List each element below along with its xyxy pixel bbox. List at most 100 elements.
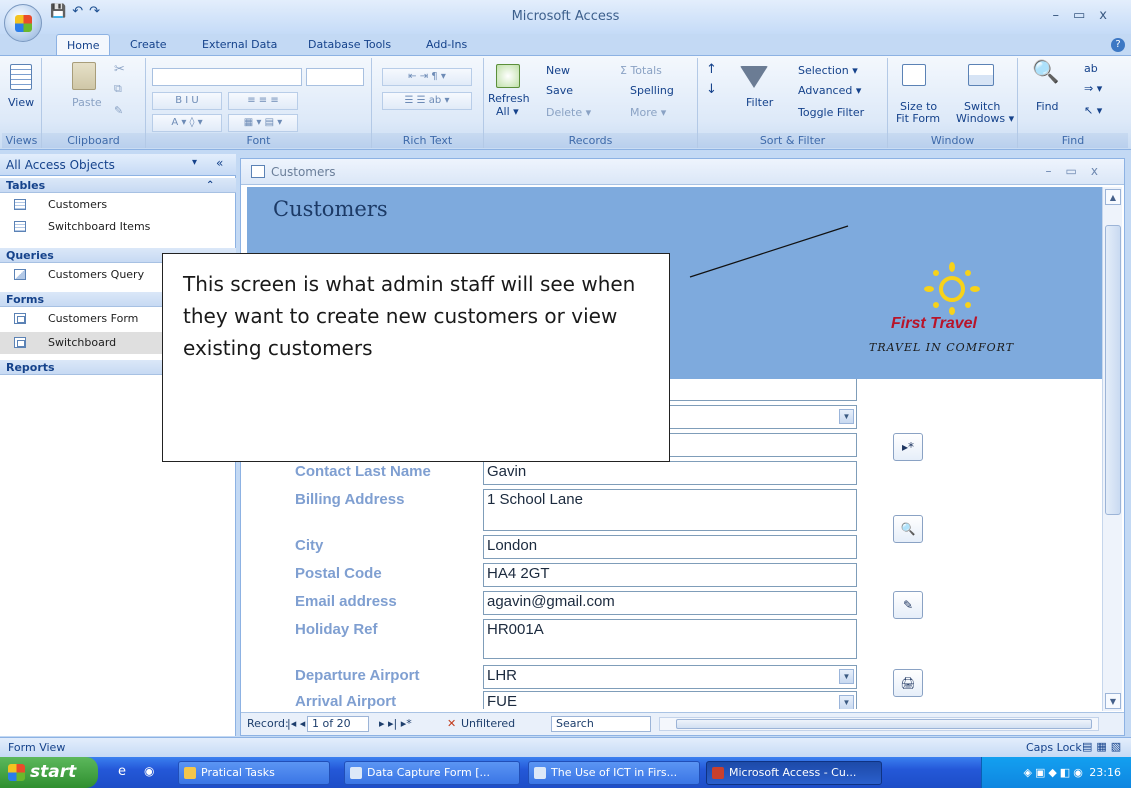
nav-item-customers-table[interactable]: Customers: [0, 194, 236, 216]
tab-add-ins[interactable]: Add-Ins: [426, 34, 467, 56]
taskbar: start e ◉ Pratical Tasks Data Capture Fo…: [0, 757, 1131, 788]
view-icon[interactable]: [10, 64, 32, 90]
contact-last-name-field[interactable]: Gavin: [483, 461, 857, 485]
size-to-fit-icon[interactable]: [902, 64, 926, 86]
taskbar-item-data-capture-form[interactable]: Data Capture Form [...: [344, 761, 520, 785]
document-tab[interactable]: Customers –▭x: [241, 159, 1124, 185]
view-button[interactable]: View: [8, 96, 34, 109]
minimize-icon[interactable]: –: [1053, 8, 1074, 23]
collapse-chevron-icon[interactable]: ⌃: [206, 178, 214, 193]
list-buttons[interactable]: ☰ ☰ ab ▾: [382, 92, 472, 110]
chevron-down-icon[interactable]: ▼: [839, 695, 854, 709]
filter-icon[interactable]: [740, 66, 768, 88]
new-record-button[interactable]: New: [546, 64, 570, 77]
help-icon[interactable]: ?: [1111, 38, 1125, 52]
selection-button[interactable]: Selection ▾: [798, 64, 858, 77]
media-icon[interactable]: ◉: [144, 764, 154, 778]
scroll-up-icon[interactable]: ▲: [1105, 189, 1121, 205]
save-record-button[interactable]: Save: [546, 84, 573, 97]
chevron-down-icon[interactable]: ▼: [839, 669, 854, 684]
billing-address-field[interactable]: 1 School Lane: [483, 489, 857, 531]
refresh-button[interactable]: Refresh: [488, 92, 530, 105]
new-record-command-button[interactable]: ▸*: [893, 433, 923, 461]
more-button[interactable]: More ▾: [630, 106, 666, 119]
paste-button[interactable]: Paste: [72, 96, 102, 109]
tab-external-data[interactable]: External Data: [202, 34, 277, 56]
refresh-sub[interactable]: All ▾: [496, 105, 519, 118]
print-command-button[interactable]: 🖨: [893, 669, 923, 697]
advanced-button[interactable]: Advanced ▾: [798, 84, 861, 97]
restore-icon[interactable]: ▭: [1073, 8, 1099, 23]
delete-record-button[interactable]: Delete ▾: [546, 106, 591, 119]
restore-icon[interactable]: ▭: [1066, 164, 1091, 178]
goto-icon[interactable]: ⇒ ▾: [1084, 82, 1102, 95]
sort-descending-icon[interactable]: ↓: [706, 82, 717, 97]
font-name-combo[interactable]: [152, 68, 302, 86]
email-address-field[interactable]: agavin@gmail.com: [483, 591, 857, 615]
nav-dropdown-icon[interactable]: ▾: [192, 157, 197, 168]
bold-italic-underline[interactable]: B I U: [152, 92, 222, 110]
scrollbar-thumb[interactable]: [1105, 225, 1121, 515]
taskbar-item-use-of-ict[interactable]: The Use of ICT in Firs...: [528, 761, 700, 785]
tab-home[interactable]: Home: [56, 34, 111, 56]
nav-section-tables[interactable]: Tables ⌃: [0, 178, 236, 193]
filter-status[interactable]: Unfiltered: [461, 717, 515, 730]
replace-icon[interactable]: ab: [1084, 62, 1098, 75]
office-button[interactable]: [4, 4, 42, 42]
font-size-combo[interactable]: [306, 68, 364, 86]
refresh-icon[interactable]: [496, 64, 520, 88]
find-record-command-button[interactable]: 🔍: [893, 515, 923, 543]
horizontal-scrollbar[interactable]: [659, 717, 1099, 731]
format-painter-icon[interactable]: ✎: [114, 104, 123, 117]
search-input[interactable]: Search: [551, 716, 651, 732]
document-window-controls[interactable]: –▭x: [1046, 164, 1112, 178]
find-button[interactable]: Find: [1036, 100, 1059, 113]
color-buttons[interactable]: A ▾ ◊ ▾: [152, 114, 222, 132]
close-icon[interactable]: x: [1091, 164, 1112, 178]
nav-collapse-icon[interactable]: «: [216, 156, 223, 170]
save-record-command-button[interactable]: ✎: [893, 591, 923, 619]
postal-code-field[interactable]: HA4 2GT: [483, 563, 857, 587]
start-button[interactable]: start: [0, 757, 98, 788]
gridline-buttons[interactable]: ▦ ▾ ▤ ▾: [228, 114, 298, 132]
group-font: B I U ≡ ≡ ≡ A ▾ ◊ ▾ ▦ ▾ ▤ ▾ Font: [146, 58, 372, 148]
indent-buttons[interactable]: ⇤ ⇥ ¶ ▾: [382, 68, 472, 86]
scroll-down-icon[interactable]: ▼: [1105, 693, 1121, 709]
ie-icon[interactable]: e: [118, 764, 126, 779]
arrival-airport-combo[interactable]: FUE ▼: [483, 691, 857, 709]
minimize-icon[interactable]: –: [1046, 164, 1066, 178]
filter-button[interactable]: Filter: [746, 96, 773, 109]
chevron-down-icon[interactable]: ▼: [839, 409, 854, 424]
spelling-button[interactable]: Spelling: [630, 84, 674, 97]
nav-item-switchboard-items[interactable]: Switchboard Items: [0, 216, 236, 238]
tab-create[interactable]: Create: [130, 34, 167, 56]
tab-database-tools[interactable]: Database Tools: [308, 34, 391, 56]
nav-header[interactable]: All Access Objects ▾ «: [0, 154, 236, 176]
departure-airport-combo[interactable]: LHR ▼: [483, 665, 857, 689]
holiday-ref-field[interactable]: HR001A: [483, 619, 857, 659]
first-record-icon[interactable]: |◂ ◂: [287, 717, 305, 730]
copy-icon[interactable]: ⧉: [114, 82, 122, 96]
scrollbar-thumb[interactable]: [676, 719, 1092, 729]
close-icon[interactable]: x: [1099, 8, 1121, 23]
view-switch-icons[interactable]: ▤▦▧: [1082, 740, 1125, 753]
sort-ascending-icon[interactable]: ↑: [706, 62, 717, 77]
city-field[interactable]: London: [483, 535, 857, 559]
switch-windows-icon[interactable]: [968, 64, 994, 86]
vertical-scrollbar[interactable]: ▲ ▼: [1102, 187, 1122, 711]
toggle-filter-button[interactable]: Toggle Filter: [798, 106, 864, 119]
cut-icon[interactable]: ✂: [114, 62, 125, 77]
window-controls[interactable]: –▭x: [1053, 8, 1122, 23]
record-position-field[interactable]: 1 of 20: [307, 716, 369, 732]
totals-button[interactable]: Σ Totals: [620, 64, 662, 77]
align-buttons[interactable]: ≡ ≡ ≡: [228, 92, 298, 110]
windows-label[interactable]: Windows ▾: [956, 112, 1014, 125]
paste-icon[interactable]: [72, 62, 96, 90]
taskbar-item-pratical-tasks[interactable]: Pratical Tasks: [178, 761, 330, 785]
taskbar-item-microsoft-access[interactable]: Microsoft Access - Cu...: [706, 761, 882, 785]
select-icon[interactable]: ↖ ▾: [1084, 104, 1102, 117]
tray-icons[interactable]: ◈▣◆◧◉: [1023, 766, 1085, 779]
find-icon[interactable]: 🔍: [1032, 60, 1059, 85]
fit-form-label[interactable]: Fit Form: [896, 112, 940, 125]
next-record-icon[interactable]: ▸ ▸| ▸*: [379, 717, 412, 730]
